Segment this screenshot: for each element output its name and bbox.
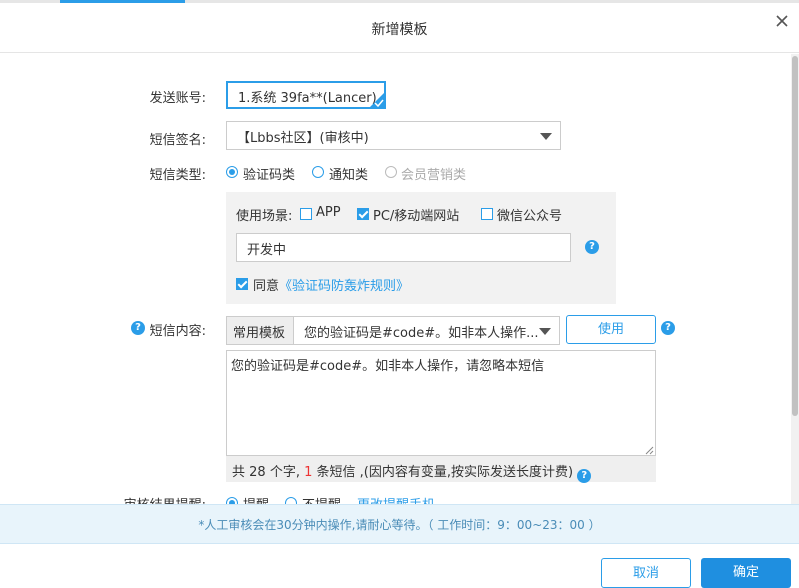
sms-type-label: 短信类型: — [149, 168, 206, 183]
agree-checkbox[interactable] — [236, 278, 248, 290]
content-label: 短信内容: — [149, 324, 206, 339]
sms-count: 1 — [304, 465, 313, 480]
site-input[interactable]: 开发中 — [236, 233, 571, 262]
template-select-value: 您的验证码是#code#。如非本人操作... — [304, 326, 539, 341]
form-scroll-area[interactable]: 发送账号: 1.系统 39fa**(Lancer) 短信签名: 【Lbbs社区】… — [0, 54, 799, 504]
checkbox-app[interactable] — [300, 208, 312, 220]
dialog-title: 新增模板 — [371, 22, 428, 38]
template-addon: 常用模板 — [226, 316, 294, 345]
char-count: 28 — [249, 465, 266, 480]
agree-label: 同意 — [253, 279, 280, 294]
modal-header: 新增模板 — [0, 3, 799, 53]
help-icon[interactable]: ? — [577, 469, 592, 483]
radio-notification-label: 通知类 — [329, 168, 369, 183]
content-text: 您的验证码是#code#。如非本人操作，请忽略本短信 — [231, 359, 545, 374]
check-icon — [369, 92, 384, 107]
confirm-button[interactable]: 确定 — [701, 558, 791, 588]
modal-footer: 取消 确定 — [0, 545, 799, 588]
account-field[interactable]: 1.系统 39fa**(Lancer) — [226, 81, 386, 109]
scenario-label: 使用场景: — [236, 209, 293, 224]
change-phone-link[interactable]: 更改提醒手机 — [357, 494, 435, 504]
radio-remind[interactable] — [226, 497, 238, 504]
radio-notification[interactable] — [312, 166, 324, 178]
rules-link[interactable]: 《验证码防轰炸规则》 — [279, 279, 409, 294]
checkbox-app-label: APP — [316, 205, 341, 220]
template-select[interactable]: 您的验证码是#code#。如非本人操作... — [293, 316, 560, 345]
help-icon[interactable]: ? — [661, 321, 675, 335]
checkbox-wechat[interactable] — [481, 208, 493, 220]
scrollbar[interactable] — [791, 54, 799, 504]
use-template-button[interactable]: 使用 — [566, 315, 656, 344]
account-label: 发送账号: — [149, 91, 206, 106]
signature-select[interactable]: 【Lbbs社区】(审核中) — [226, 121, 561, 150]
radio-no-remind-label: 不提醒 — [302, 494, 341, 504]
radio-marketing-label: 会员营销类 — [401, 168, 467, 183]
radio-verification[interactable] — [226, 166, 238, 178]
radio-remind-label: 提醒 — [243, 494, 269, 504]
count-prefix: 共 — [232, 465, 246, 480]
count-suffix: 条短信 ,(因内容有变量,按实际发送长度计费) — [316, 465, 574, 480]
content-textarea[interactable]: 您的验证码是#code#。如非本人操作，请忽略本短信 — [226, 350, 656, 456]
radio-no-remind[interactable] — [285, 497, 297, 504]
checkbox-pc-mobile[interactable] — [357, 208, 369, 220]
review-notice: *人工审核会在30分钟内操作,请耐心等待。（ 工作时间：9：00~23：00 ） — [0, 504, 799, 544]
account-value: 1.系统 39fa**(Lancer) — [238, 91, 377, 106]
signature-label: 短信签名: — [149, 133, 206, 148]
cancel-button[interactable]: 取消 — [601, 558, 691, 588]
checkbox-wechat-label: 微信公众号 — [497, 209, 563, 224]
radio-verification-label: 验证码类 — [243, 168, 296, 183]
count-mid: 个字, — [269, 465, 300, 480]
chevron-down-icon — [540, 133, 552, 140]
help-icon[interactable]: ? — [585, 240, 599, 254]
verification-options-panel: 使用场景: APP PC/移动端网站 微信公众号 开发中 ? 同意《验证码防轰炸… — [226, 192, 616, 304]
resize-grip-icon[interactable] — [644, 444, 654, 455]
radio-marketing — [385, 166, 397, 178]
close-icon[interactable] — [775, 14, 789, 28]
signature-value: 【Lbbs社区】(审核中) — [237, 131, 369, 146]
review-label: 审核结果提醒: — [0, 494, 206, 504]
scrollbar-thumb[interactable] — [792, 56, 798, 416]
checkbox-pc-mobile-label: PC/移动端网站 — [373, 209, 460, 224]
char-count-bar: 共 28 个字, 1 条短信 ,(因内容有变量,按实际发送长度计费) ? — [226, 456, 656, 483]
chevron-down-icon — [539, 328, 551, 335]
